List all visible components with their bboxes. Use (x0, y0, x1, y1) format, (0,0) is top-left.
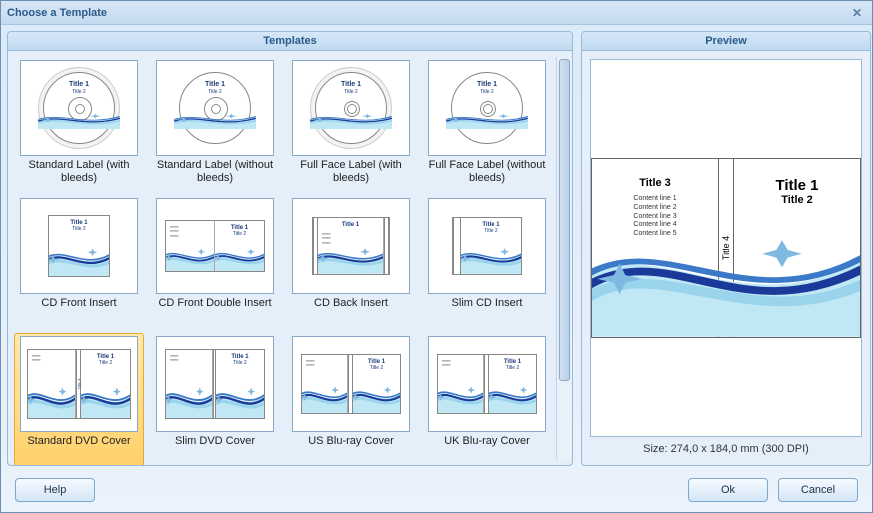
template-slim-cd-insert[interactable]: Title 1 Title 2 Slim CD Insert (422, 195, 552, 331)
template-full-face-no-bleeds[interactable]: Title 1 Title 2 Full Face Label (without… (422, 57, 552, 193)
templates-panel: Templates Title 1 Title 2 Standard Label… (7, 31, 573, 466)
template-standard-label-bleeds[interactable]: Title 1 Title 2 Standard Label (with ble… (14, 57, 144, 193)
preview-title3: Title 3 (592, 177, 718, 189)
preview-cover: Title 3 Content line 1 Content line 2 Co… (591, 158, 861, 338)
template-label: UK Blu-ray Cover (444, 435, 530, 463)
template-cd-front-double[interactable]: ═════════ Title 1 Title 2 CD Front (150, 195, 280, 331)
template-slim-dvd-cover[interactable]: ══════ Title 1 Title 2 (150, 333, 280, 465)
templates-header: Templates (8, 32, 572, 51)
template-label: Full Face Label (with bleeds) (289, 159, 413, 187)
preview-title2: Title 2 (734, 194, 860, 206)
template-cd-back-insert[interactable]: Title 1 ═════════ CD Back Insert (286, 195, 416, 331)
templates-scroll: Title 1 Title 2 Standard Label (with ble… (8, 51, 572, 465)
preview-title1: Title 1 (734, 177, 860, 194)
template-cd-front-insert[interactable]: Title 1 Title 2 CD Front Insert (14, 195, 144, 331)
template-standard-label-no-bleeds[interactable]: Title 1 Title 2 Standard Label (without … (150, 57, 280, 193)
template-label: CD Front Insert (41, 297, 116, 325)
template-thumb: Title 1 Title 2 (292, 60, 410, 156)
template-label: US Blu-ray Cover (308, 435, 394, 463)
help-button[interactable]: Help (15, 478, 95, 502)
preview-body: Title 3 Content line 1 Content line 2 Co… (582, 51, 870, 465)
button-bar: Help Ok Cancel (1, 472, 872, 512)
preview-size-text: Size: 274,0 x 184,0 mm (300 DPI) (590, 437, 862, 457)
template-uk-bluray-cover[interactable]: ══════ Title 1 Title 2 (422, 333, 552, 465)
template-label: Slim DVD Cover (175, 435, 255, 463)
template-label: Standard Label (without bleeds) (153, 159, 277, 187)
template-thumb: Title 1 Title 2 (428, 198, 546, 294)
templates-grid: Title 1 Title 2 Standard Label (with ble… (14, 57, 552, 459)
template-thumb: ═════════ Title 1 Title 2 (156, 198, 274, 294)
dialog-window: Choose a Template ✕ Templates Title 1 Ti… (0, 0, 873, 513)
template-thumb: ══════ Title 1 Title 2 (156, 336, 274, 432)
template-thumb: Title 1 ═════════ (292, 198, 410, 294)
titlebar: Choose a Template ✕ (1, 1, 872, 25)
preview-canvas: Title 3 Content line 1 Content line 2 Co… (590, 59, 862, 437)
template-thumb: Title 1 Title 2 (20, 60, 138, 156)
template-thumb: ══════ Title 1 Title 2 (428, 336, 546, 432)
template-label: CD Back Insert (314, 297, 388, 325)
close-icon[interactable]: ✕ (848, 5, 866, 21)
template-thumb: Title 1 Title 2 (20, 198, 138, 294)
template-label: CD Front Double Insert (158, 297, 271, 325)
preview-header: Preview (582, 32, 870, 51)
templates-scrollbar[interactable] (556, 57, 572, 459)
template-full-face-bleeds[interactable]: Title 1 Title 2 Full Face Label (with bl… (286, 57, 416, 193)
template-us-bluray-cover[interactable]: ══════ Title 1 Title 2 (286, 333, 416, 465)
template-thumb: Title 1 Title 2 (156, 60, 274, 156)
template-thumb: Title 1 Title 2 (428, 60, 546, 156)
scrollbar-thumb[interactable] (559, 59, 570, 381)
ok-button[interactable]: Ok (688, 478, 768, 502)
cancel-button[interactable]: Cancel (778, 478, 858, 502)
preview-panel: Preview Title 3 Content line 1 Content l… (581, 31, 871, 466)
template-standard-dvd-cover[interactable]: ══════ Title 4 Title 1 Title 2 (14, 333, 144, 465)
content-area: Templates Title 1 Title 2 Standard Label… (1, 25, 872, 472)
window-title: Choose a Template (7, 7, 848, 19)
template-label: Full Face Label (without bleeds) (425, 159, 549, 187)
template-thumb: ══════ Title 1 Title 2 (292, 336, 410, 432)
template-thumb: ══════ Title 4 Title 1 Title 2 (20, 336, 138, 432)
template-label: Slim CD Insert (452, 297, 523, 325)
template-label: Standard DVD Cover (27, 435, 130, 463)
template-label: Standard Label (with bleeds) (17, 159, 141, 187)
